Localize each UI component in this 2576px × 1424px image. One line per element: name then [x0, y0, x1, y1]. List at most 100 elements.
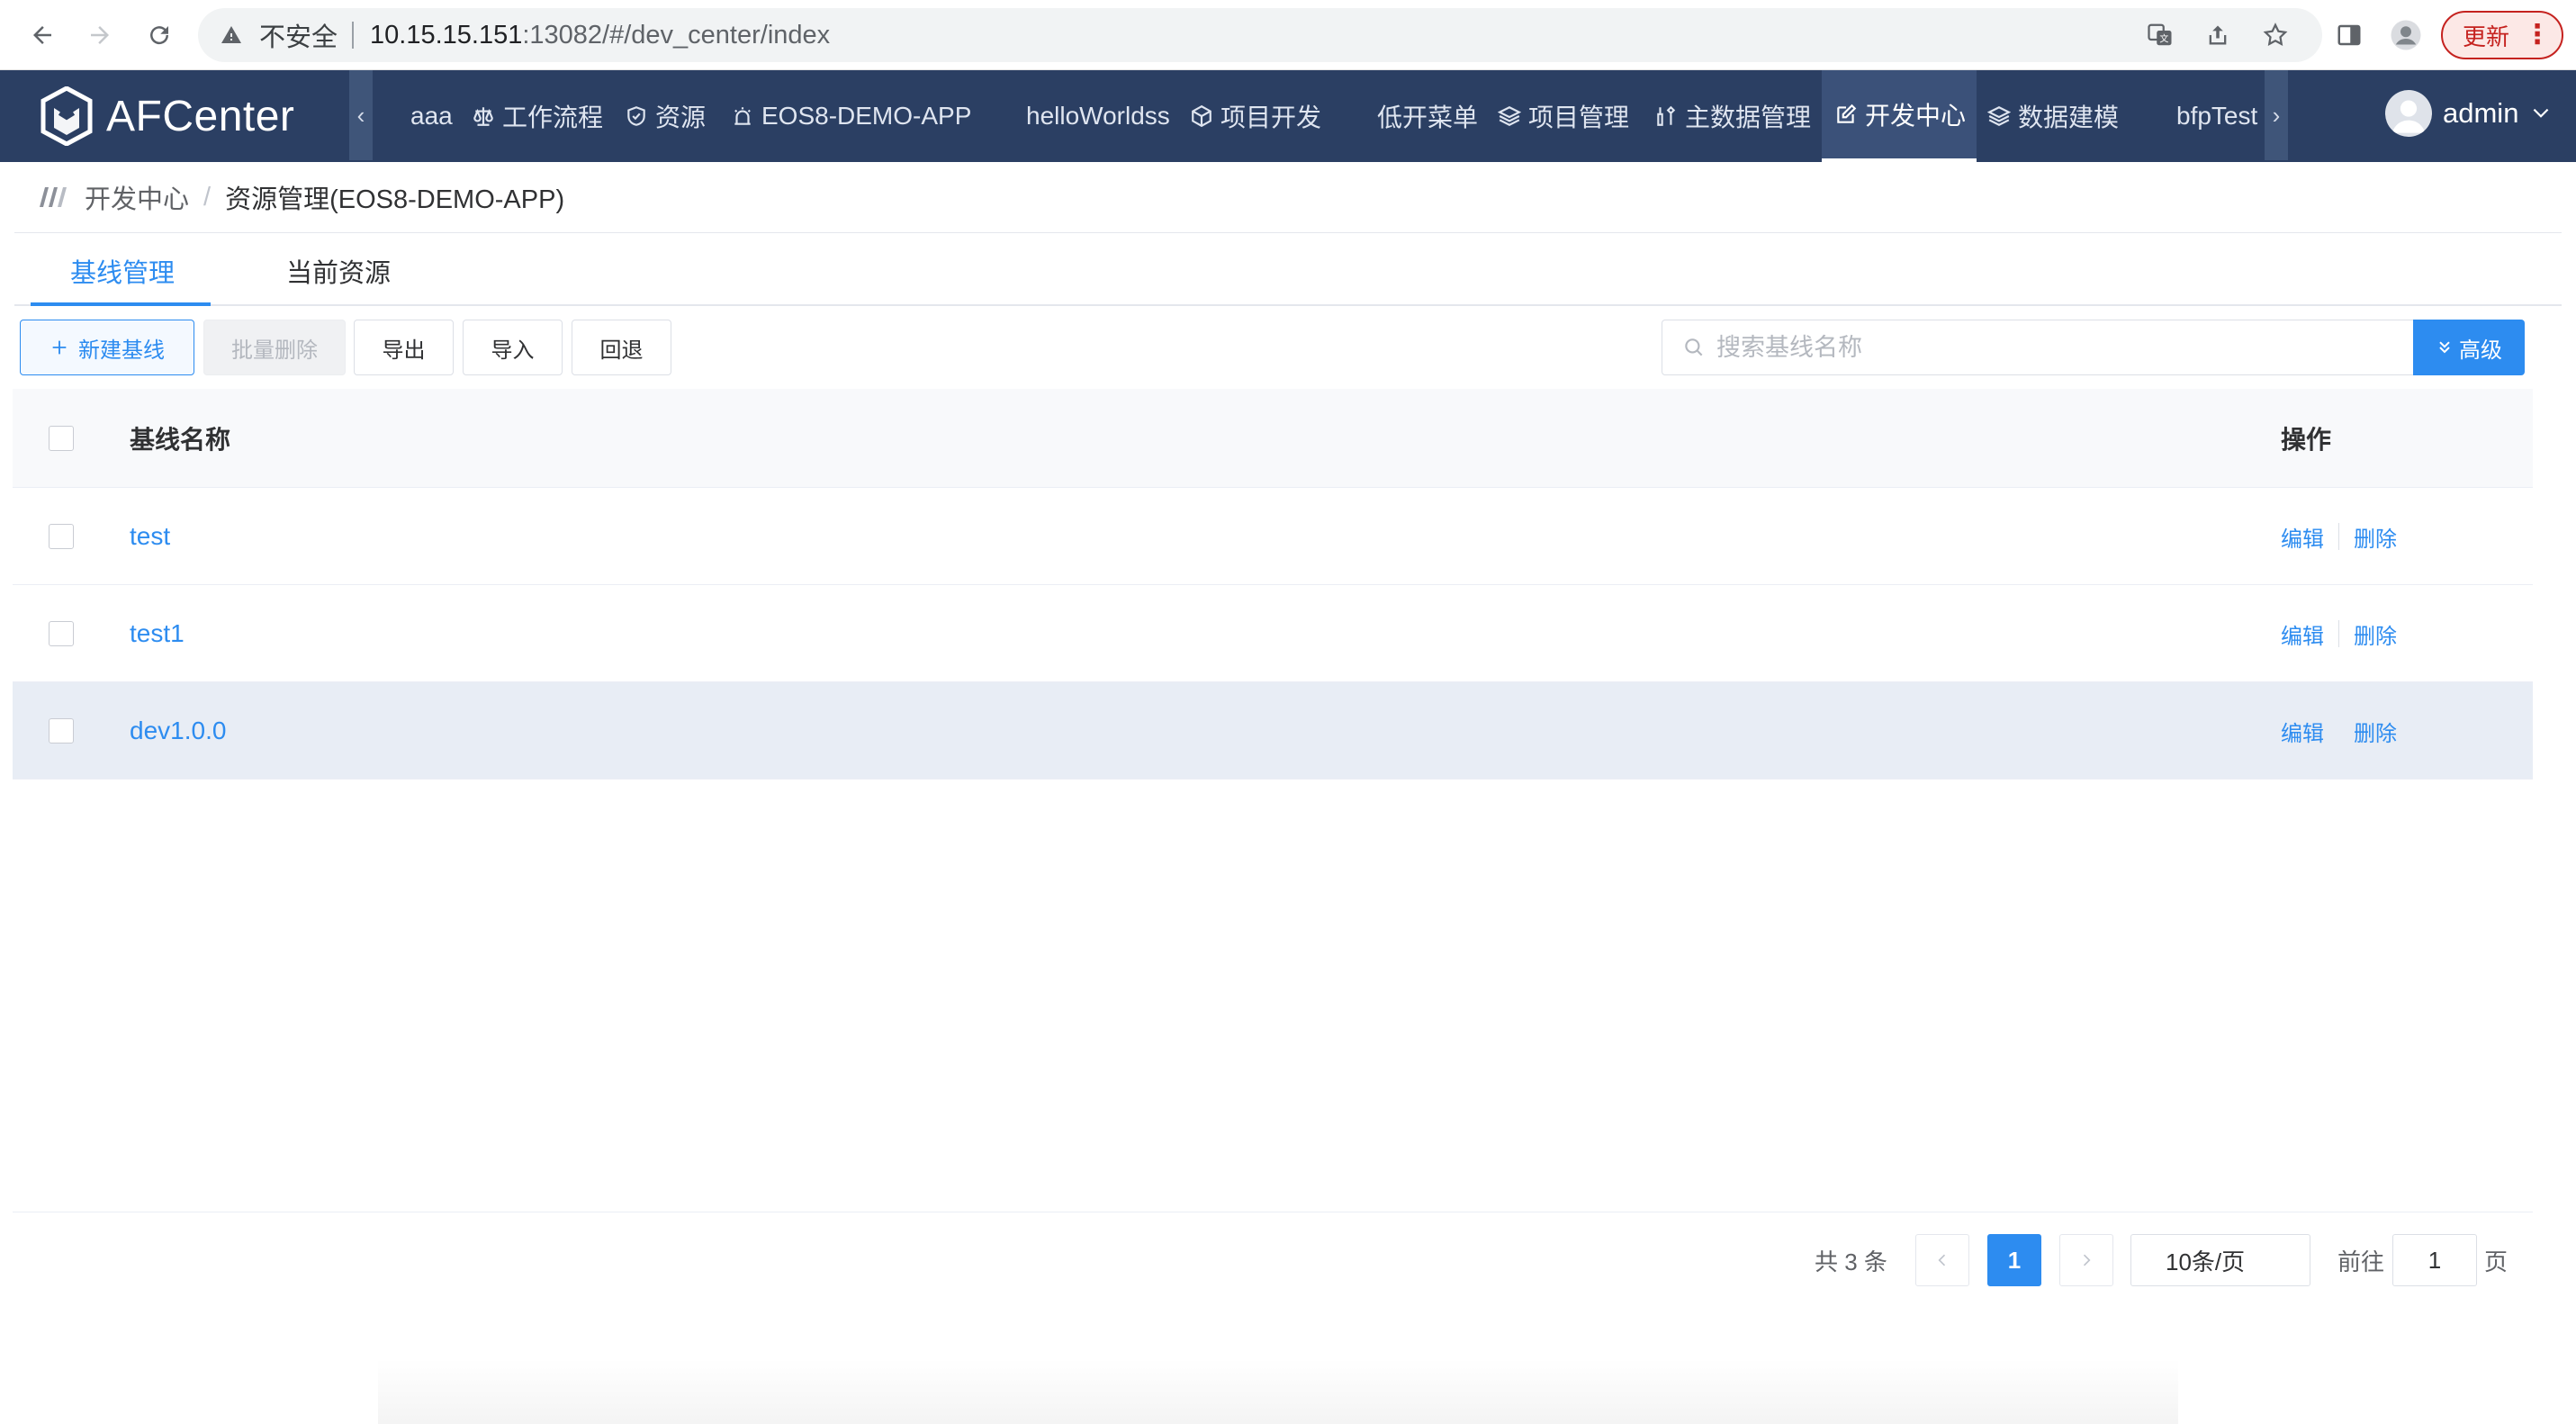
- page-size-select[interactable]: 10条/页: [2130, 1234, 2310, 1286]
- omnibox-divider: [352, 22, 355, 49]
- top-menu: aaa 工作流程 资源 EOS8-DEMO-APP helloWorldss 项…: [374, 70, 2263, 162]
- share-icon[interactable]: [2202, 19, 2234, 51]
- sidepanel-icon[interactable]: [2327, 13, 2372, 58]
- menu-item-resources[interactable]: 资源: [625, 70, 706, 162]
- divider: [14, 232, 2562, 233]
- logo[interactable]: AFCenter: [40, 86, 294, 146]
- scale-icon: [473, 107, 493, 126]
- menu-item-label: helloWorldss: [1026, 102, 1170, 130]
- avatar: [2385, 90, 2432, 137]
- update-button[interactable]: 更新 ⋮: [2441, 11, 2563, 59]
- menu-item-label: 数据建模: [2018, 104, 2120, 131]
- action-divider: [2338, 523, 2339, 550]
- advanced-search-button[interactable]: 高级: [2413, 320, 2525, 375]
- breadcrumb-parent[interactable]: 开发中心: [85, 178, 189, 216]
- user-menu[interactable]: admin: [2385, 90, 2553, 137]
- menu-item-bfptest[interactable]: bfpTest: [2176, 70, 2257, 162]
- breadcrumb-home-icon: [40, 187, 67, 207]
- export-button[interactable]: 导出: [354, 320, 454, 375]
- button-label: 新建基线: [78, 338, 165, 363]
- profile-icon[interactable]: [2383, 13, 2428, 58]
- menu-item-master-data[interactable]: 主数据管理: [1654, 70, 1811, 162]
- reload-icon[interactable]: [137, 13, 182, 58]
- menu-item-eos8-demo-app[interactable]: EOS8-DEMO-APP: [731, 70, 971, 162]
- menu-item-label: bfpTest: [2176, 102, 2258, 130]
- goto-suffix: 页: [2484, 1248, 2508, 1275]
- baseline-name-link[interactable]: dev1.0.0: [130, 682, 226, 780]
- menu-item-project-dev[interactable]: 项目开发: [1190, 70, 1321, 162]
- back-icon[interactable]: [20, 13, 65, 58]
- delete-link[interactable]: 删除: [2354, 618, 2397, 650]
- total-count: 共 3 条: [1815, 1248, 1887, 1275]
- menu-scroll-right-icon[interactable]: ›: [2265, 70, 2288, 160]
- menu-item-project-mgmt[interactable]: 项目管理: [1498, 70, 1629, 162]
- url-text[interactable]: 10.15.15.151:13082/#/dev_center/index: [370, 21, 830, 50]
- menu-item-label: aaa: [410, 102, 453, 130]
- page-number-button[interactable]: 1: [1987, 1234, 2041, 1286]
- edit-icon: [1837, 104, 1857, 123]
- row-actions: 编辑 删除: [2281, 585, 2397, 682]
- tab-active-indicator: [31, 302, 211, 306]
- action-divider: [2338, 717, 2339, 744]
- chevron-right-icon: [2083, 1254, 2091, 1266]
- row-checkbox[interactable]: [49, 621, 74, 646]
- menu-item-workflow[interactable]: 工作流程: [472, 70, 603, 162]
- menu-item-lowcode-menu[interactable]: 低开菜单: [1377, 70, 1478, 162]
- select-all-checkbox[interactable]: [49, 426, 74, 451]
- menu-item-aaa[interactable]: aaa: [410, 70, 453, 162]
- baseline-name-link[interactable]: test: [130, 488, 170, 585]
- row-checkbox[interactable]: [49, 524, 74, 549]
- table-row: test1 编辑 删除: [13, 585, 2533, 682]
- new-baseline-button[interactable]: 新建基线: [20, 320, 194, 375]
- double-chevron-down-icon: [2439, 341, 2450, 354]
- tab-label: 当前资源: [286, 259, 392, 288]
- rollback-button[interactable]: 回退: [572, 320, 671, 375]
- delete-link[interactable]: 删除: [2354, 716, 2397, 747]
- search-input[interactable]: [1716, 333, 2400, 362]
- url-path: :13082/#/dev_center/index: [522, 20, 831, 50]
- tab-current-resources[interactable]: 当前资源: [286, 236, 391, 306]
- alarm-icon: [734, 107, 751, 125]
- breadcrumb: 开发中心 / 资源管理(EOS8-DEMO-APP): [38, 178, 564, 216]
- menu-item-data-modeling[interactable]: 数据建模: [1987, 70, 2119, 162]
- row-actions: 编辑 删除: [2281, 488, 2397, 585]
- update-label: 更新: [2463, 23, 2510, 50]
- edit-link[interactable]: 编辑: [2281, 618, 2324, 650]
- search-icon: [1685, 338, 1703, 356]
- breadcrumb-separator: /: [203, 182, 212, 212]
- star-icon[interactable]: [2259, 19, 2292, 51]
- edit-link[interactable]: 编辑: [2281, 521, 2324, 553]
- plus-icon: [52, 340, 67, 355]
- import-button[interactable]: 导入: [463, 320, 563, 375]
- button-label: 导入: [491, 338, 535, 363]
- forward-icon[interactable]: [77, 13, 122, 58]
- page-title: 资源管理(EOS8-DEMO-APP): [225, 185, 565, 214]
- edit-link[interactable]: 编辑: [2281, 716, 2324, 747]
- batch-delete-button[interactable]: 批量删除: [203, 320, 346, 375]
- search-field[interactable]: [1662, 320, 2414, 375]
- svg-text:文: 文: [2159, 33, 2168, 45]
- menu-item-helloworldss[interactable]: helloWorldss: [1026, 70, 1170, 162]
- goto-prefix: 前往: [2337, 1248, 2385, 1275]
- menu-item-dev-center[interactable]: 开发中心: [1822, 70, 1977, 162]
- row-checkbox[interactable]: [49, 718, 74, 744]
- browser-toolbar: 不安全 10.15.15.151:13082/#/dev_center/inde…: [0, 0, 2576, 70]
- baseline-table: 基线名称 操作 test 编辑 删除 test1 编辑 删除 dev1.0.0 …: [13, 389, 2533, 780]
- menu-item-label: 开发中心: [1865, 102, 1967, 130]
- menu-item-label: 资源: [655, 104, 707, 131]
- prev-page-button[interactable]: [1915, 1234, 1969, 1286]
- tab-label: 基线管理: [70, 259, 176, 288]
- goto-page-input[interactable]: 1: [2392, 1234, 2477, 1286]
- translate-icon[interactable]: 文: [2144, 19, 2176, 51]
- menu-scroll-left-icon[interactable]: ‹: [349, 70, 373, 160]
- table-row: test 编辑 删除: [13, 488, 2533, 585]
- next-page-button[interactable]: [2059, 1234, 2113, 1286]
- button-label: 回退: [599, 338, 644, 363]
- delete-link[interactable]: 删除: [2354, 521, 2397, 553]
- afcenter-logo-icon: [41, 86, 93, 146]
- address-bar[interactable]: 不安全 10.15.15.151:13082/#/dev_center/inde…: [198, 8, 2322, 62]
- baseline-name-link[interactable]: test1: [130, 585, 185, 682]
- layers-icon: [1987, 106, 2011, 126]
- menu-item-label: 项目开发: [1220, 104, 1322, 131]
- tab-baseline-mgmt[interactable]: 基线管理: [70, 236, 175, 306]
